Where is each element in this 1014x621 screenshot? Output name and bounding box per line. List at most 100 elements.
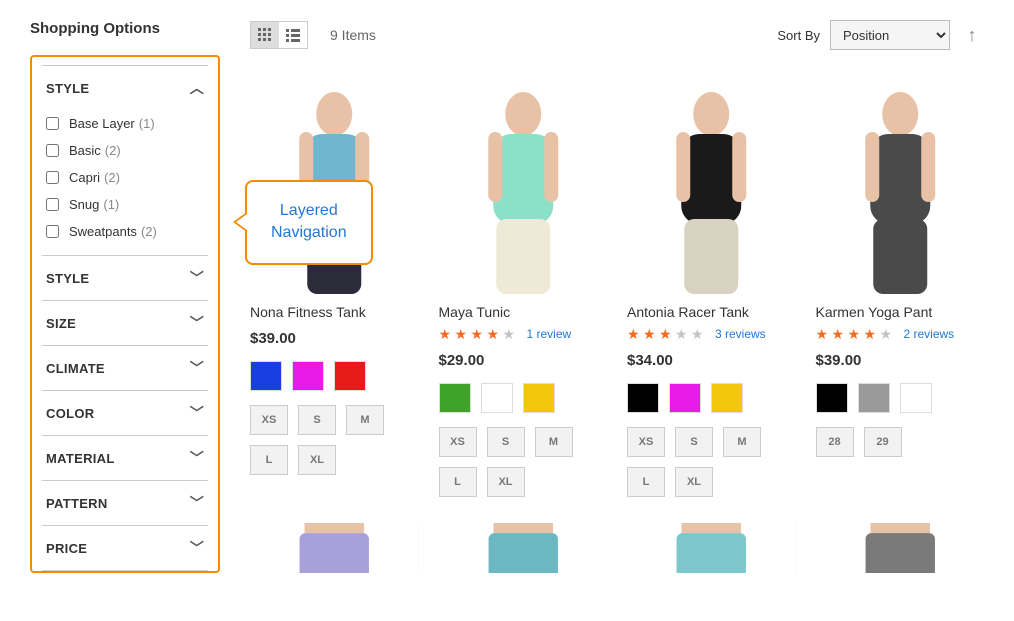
size-swatches: XS SM L XL	[439, 427, 608, 497]
chevron-down-icon: ﹀	[190, 448, 204, 468]
size-swatch[interactable]: 28	[816, 427, 854, 457]
size-swatches: XS SM L XL	[250, 405, 419, 475]
size-swatch[interactable]: XS	[250, 405, 288, 435]
size-swatch[interactable]: XS	[439, 427, 477, 457]
star-icon: ★	[848, 326, 864, 342]
product-price: $39.00	[250, 330, 419, 347]
rating-row: ★★★★★3 reviews	[627, 326, 796, 342]
size-swatch[interactable]: XL	[487, 467, 525, 497]
filter-header-pattern[interactable]: PATTERN﹀	[42, 481, 208, 525]
color-swatch[interactable]	[292, 361, 324, 391]
reviews-link[interactable]: 1 review	[527, 327, 572, 341]
product-image[interactable]	[439, 523, 608, 573]
color-swatch[interactable]	[900, 383, 932, 413]
color-swatch[interactable]	[669, 383, 701, 413]
star-icon: ★	[471, 326, 487, 342]
filter-option[interactable]: Sweatpants(2)	[46, 218, 204, 245]
filter-title: PRICE	[46, 541, 87, 556]
size-swatch[interactable]: 29	[864, 427, 902, 457]
color-swatch[interactable]	[250, 361, 282, 391]
filter-title: MATERIAL	[46, 451, 115, 466]
size-swatch[interactable]: M	[535, 427, 573, 457]
color-swatches	[250, 361, 419, 391]
star-icon: ★	[627, 326, 643, 342]
filter-option[interactable]: Base Layer(1)	[46, 110, 204, 137]
filter-option[interactable]: Capri(2)	[46, 164, 204, 191]
star-icon: ★	[816, 326, 832, 342]
filter-header-size[interactable]: SIZE﹀	[42, 301, 208, 345]
size-swatch[interactable]: XL	[675, 467, 713, 497]
size-swatch[interactable]: L	[250, 445, 288, 475]
star-icon: ★	[880, 326, 896, 342]
size-swatch[interactable]: XS	[627, 427, 665, 457]
size-swatch[interactable]: S	[675, 427, 713, 457]
product-price: $29.00	[439, 352, 608, 369]
filter-header-style[interactable]: STYLE﹀	[42, 256, 208, 300]
sort-direction-button[interactable]: ↑	[960, 23, 984, 47]
product-image[interactable]	[439, 74, 608, 294]
filter-title: COLOR	[46, 406, 94, 421]
product-name[interactable]: Maya Tunic	[439, 304, 608, 320]
filter-checkbox[interactable]	[46, 144, 59, 157]
filter-option[interactable]: Basic(2)	[46, 137, 204, 164]
filter-group-size: SIZE﹀	[42, 300, 208, 345]
color-swatch[interactable]	[523, 383, 555, 413]
toolbar: 9 Items Sort By Position ↑	[250, 20, 984, 50]
filter-option-label: Capri	[69, 170, 100, 185]
layered-nav-highlight: STYLE ︿ Base Layer(1)Basic(2)Capri(2)Snu…	[30, 55, 220, 573]
color-swatch[interactable]	[439, 383, 471, 413]
filter-header-color[interactable]: COLOR﹀	[42, 391, 208, 435]
product-card: Nona Fitness Tank $39.00 XS SM L XL	[250, 74, 419, 497]
grid-view-button[interactable]	[251, 22, 279, 48]
size-swatch[interactable]: XL	[298, 445, 336, 475]
chevron-down-icon: ﹀	[190, 358, 204, 378]
list-view-button[interactable]	[279, 22, 307, 48]
product-card	[627, 523, 796, 573]
color-swatch[interactable]	[627, 383, 659, 413]
chevron-down-icon: ﹀	[190, 538, 204, 558]
product-card	[816, 523, 985, 573]
filter-title: STYLE	[46, 81, 89, 96]
filter-group-climate: CLIMATE﹀	[42, 345, 208, 390]
product-name[interactable]: Antonia Racer Tank	[627, 304, 796, 320]
grid-icon	[258, 28, 272, 42]
color-swatches	[816, 383, 985, 413]
filter-header-climate[interactable]: CLIMATE﹀	[42, 346, 208, 390]
callout-arrow-icon	[233, 212, 247, 232]
filter-checkbox[interactable]	[46, 225, 59, 238]
product-image[interactable]	[816, 523, 985, 573]
product-image[interactable]	[627, 74, 796, 294]
product-name[interactable]: Karmen Yoga Pant	[816, 304, 985, 320]
size-swatch[interactable]: M	[723, 427, 761, 457]
product-image[interactable]	[627, 523, 796, 573]
color-swatch[interactable]	[481, 383, 513, 413]
product-image[interactable]	[816, 74, 985, 294]
size-swatch[interactable]: S	[487, 427, 525, 457]
filter-option-count: (2)	[105, 143, 121, 158]
filter-checkbox[interactable]	[46, 171, 59, 184]
filter-header-price[interactable]: PRICE ﹀	[42, 526, 208, 570]
filter-checkbox[interactable]	[46, 198, 59, 211]
filter-option[interactable]: Snug(1)	[46, 191, 204, 218]
reviews-link[interactable]: 3 reviews	[715, 327, 766, 341]
size-swatch[interactable]: S	[298, 405, 336, 435]
filter-checkbox[interactable]	[46, 117, 59, 130]
sort-by-select[interactable]: Position	[830, 20, 950, 50]
color-swatch[interactable]	[816, 383, 848, 413]
filter-header-style[interactable]: STYLE ︿	[42, 66, 208, 110]
color-swatch[interactable]	[711, 383, 743, 413]
color-swatch[interactable]	[334, 361, 366, 391]
filter-header-material[interactable]: MATERIAL ﹀	[42, 436, 208, 480]
reviews-link[interactable]: 2 reviews	[904, 327, 955, 341]
chevron-up-icon: ︿	[190, 78, 204, 98]
star-icon: ★	[675, 326, 691, 342]
size-swatch[interactable]: L	[627, 467, 665, 497]
size-swatch[interactable]: M	[346, 405, 384, 435]
product-name[interactable]: Nona Fitness Tank	[250, 304, 419, 320]
product-image[interactable]	[250, 523, 419, 573]
color-swatch[interactable]	[858, 383, 890, 413]
size-swatch[interactable]: L	[439, 467, 477, 497]
filter-group-price: PRICE ﹀	[42, 525, 208, 571]
chevron-down-icon: ﹀	[190, 268, 204, 288]
color-swatches	[439, 383, 608, 413]
